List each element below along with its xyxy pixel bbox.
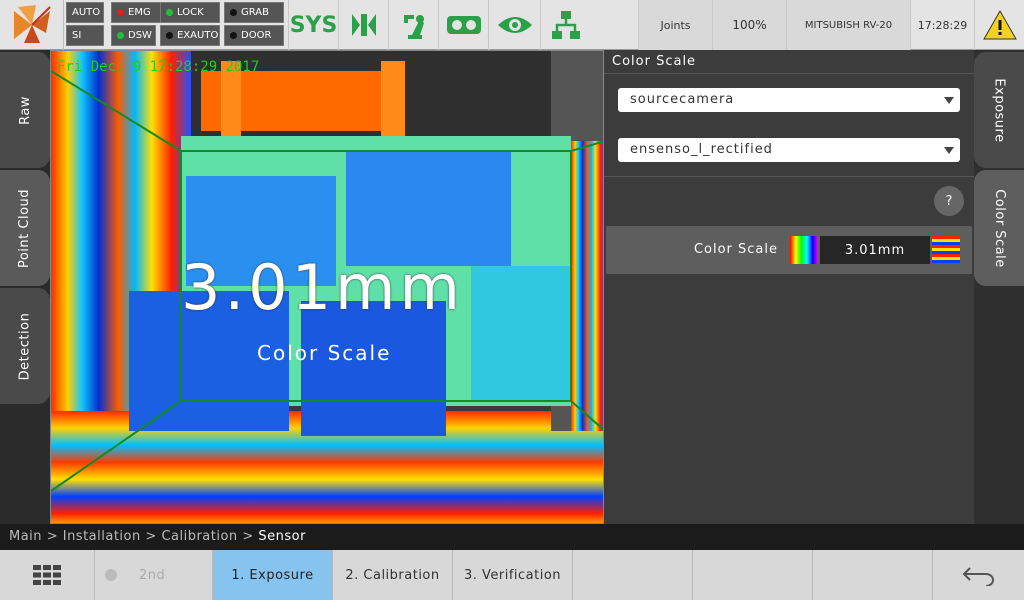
- image-timestamp: Fri Dec. 9 17:28:29 2017: [57, 59, 260, 75]
- settings-panel: Color Scale sourcecamera ensenso_l_recti…: [604, 50, 974, 524]
- black-dot-icon: [230, 9, 237, 16]
- status-indicators: AUTO EMG LOCK GRAB SI DSW EXAUTO DOOR: [66, 2, 286, 48]
- warning-icon: [982, 9, 1017, 40]
- black-dot-icon: [230, 32, 237, 39]
- tab-raw[interactable]: Raw: [0, 52, 50, 168]
- speed-button[interactable]: 100%: [712, 0, 786, 50]
- robot-model-button[interactable]: MITSUBISH RV-20: [786, 0, 910, 50]
- panel-title: Color Scale: [604, 50, 974, 74]
- stereo-camera-icon: [446, 16, 481, 34]
- dropdown-arrow-icon: [944, 147, 954, 154]
- breadcrumb-main[interactable]: Main: [9, 529, 42, 544]
- red-dot-icon: [117, 9, 124, 16]
- source-select[interactable]: sourcecamera: [618, 88, 960, 112]
- back-arrow-icon: [962, 567, 994, 586]
- tab-exposure[interactable]: Exposure: [974, 52, 1024, 168]
- motion-icon: [351, 14, 376, 36]
- status-lock: LOCK: [160, 2, 220, 23]
- rainbow-scale-icon[interactable]: [790, 236, 818, 264]
- grid-icon: [33, 565, 61, 585]
- second-button[interactable]: 2nd: [94, 550, 212, 600]
- empty-slot: [812, 550, 932, 600]
- app-root: AUTO EMG LOCK GRAB SI DSW EXAUTO DOOR SY…: [0, 0, 1024, 600]
- color-scale-label: Color Scale: [693, 242, 778, 257]
- joints-button[interactable]: Joints: [638, 0, 712, 50]
- eye-icon: [497, 17, 532, 33]
- breadcrumb-installation[interactable]: Installation: [63, 529, 141, 544]
- black-dot-icon: [166, 32, 173, 39]
- camera-button[interactable]: [438, 0, 488, 50]
- overlay-value: 3.01mm: [181, 251, 464, 324]
- empty-slot: [692, 550, 812, 600]
- back-button[interactable]: [932, 550, 1024, 600]
- breadcrumb: Main > Installation > Calibration > Sens…: [0, 524, 1024, 550]
- logo[interactable]: [0, 0, 64, 50]
- network-hierarchy-icon: [551, 11, 580, 39]
- network-button[interactable]: [540, 0, 590, 50]
- inactive-dot-icon: [105, 569, 117, 581]
- warning-button[interactable]: [974, 0, 1024, 50]
- image-select[interactable]: ensenso_l_rectified: [618, 138, 960, 162]
- breadcrumb-current: Sensor: [258, 529, 306, 544]
- color-scale-value[interactable]: 3.01mm: [820, 236, 930, 264]
- top-bar: AUTO EMG LOCK GRAB SI DSW EXAUTO DOOR SY…: [0, 0, 1024, 50]
- step-calibration[interactable]: 2. Calibration: [332, 550, 452, 600]
- status-dsw: DSW: [111, 25, 156, 46]
- clock: 17:28:29: [910, 0, 974, 50]
- status-door: DOOR: [224, 25, 284, 46]
- vision-button[interactable]: [488, 0, 540, 50]
- breadcrumb-calibration[interactable]: Calibration: [161, 529, 237, 544]
- overlay-label: Color Scale: [257, 341, 392, 365]
- depth-image-view[interactable]: Fri Dec. 9 17:28:29 2017 3.01mm Color Sc…: [50, 50, 604, 524]
- tab-color-scale[interactable]: Color Scale: [974, 170, 1024, 286]
- brand-logo-icon: [13, 5, 51, 43]
- color-scale-row: Color Scale 3.01mm: [606, 226, 972, 274]
- step-verification[interactable]: 3. Verification: [452, 550, 572, 600]
- menu-grid-button[interactable]: [0, 550, 94, 600]
- motion-button[interactable]: [338, 0, 388, 50]
- striped-scale-icon[interactable]: [932, 236, 960, 264]
- divider: [604, 176, 974, 177]
- step-exposure[interactable]: 1. Exposure: [212, 550, 332, 600]
- status-exauto: EXAUTO: [160, 25, 220, 46]
- sys-button[interactable]: SYS: [288, 0, 338, 50]
- green-dot-icon: [117, 32, 124, 39]
- status-grab: GRAB: [224, 2, 284, 23]
- help-button[interactable]: ?: [934, 186, 964, 216]
- status-auto: AUTO: [66, 2, 104, 23]
- green-dot-icon: [166, 9, 173, 16]
- robot-arm-button[interactable]: [388, 0, 438, 50]
- tab-point-cloud[interactable]: Point Cloud: [0, 170, 50, 286]
- dropdown-arrow-icon: [944, 97, 954, 104]
- bottom-bar: 2nd 1. Exposure 2. Calibration 3. Verifi…: [0, 550, 1024, 600]
- empty-slot: [572, 550, 692, 600]
- status-si: SI: [66, 25, 104, 46]
- tab-detection[interactable]: Detection: [0, 288, 50, 404]
- robot-arm-icon: [403, 15, 424, 39]
